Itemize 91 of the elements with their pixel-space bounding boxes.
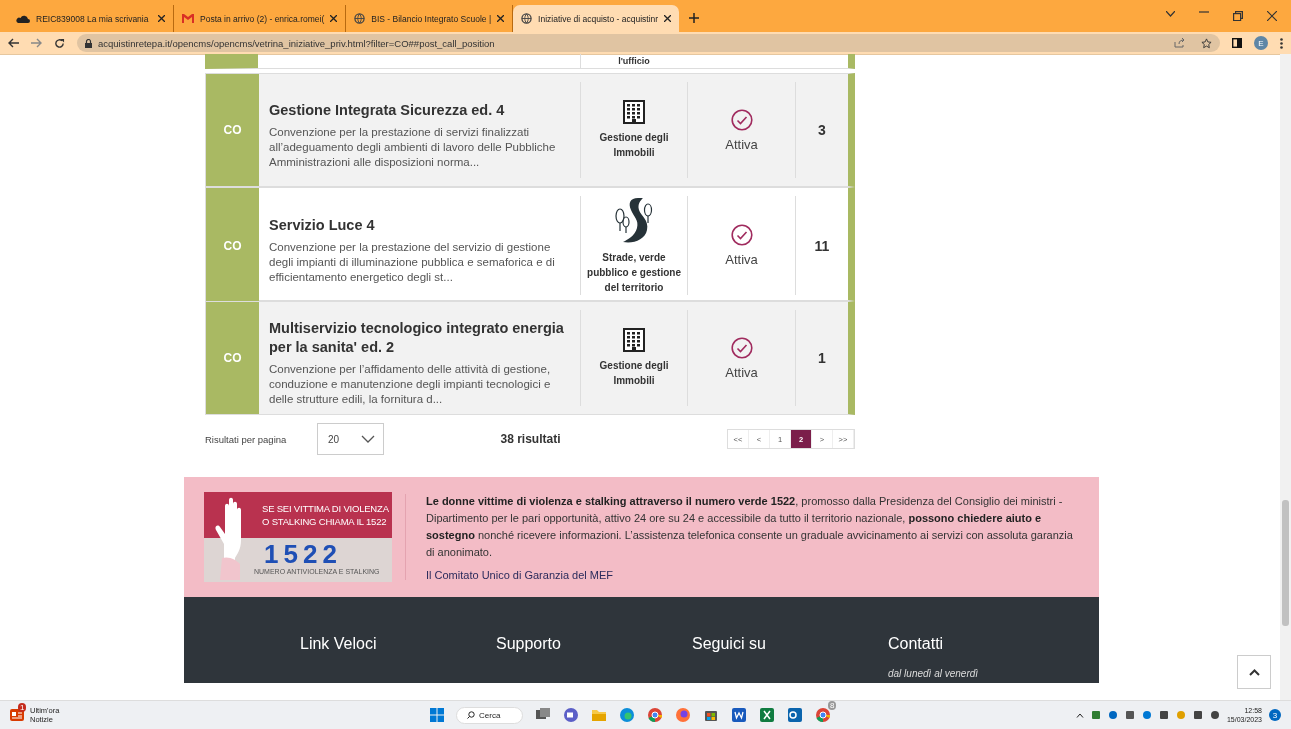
count-value: 1 — [818, 350, 826, 366]
count-value: 11 — [814, 237, 830, 254]
contact-hours: dal lunedì al venerdì — [888, 667, 980, 681]
tray-icon[interactable] — [1107, 710, 1118, 720]
excel-icon[interactable] — [759, 707, 776, 723]
outlook-icon[interactable] — [787, 707, 804, 723]
close-icon[interactable] — [330, 15, 338, 22]
tray-icon[interactable] — [1192, 710, 1203, 720]
notification-badge: 1 — [18, 703, 27, 712]
star-icon[interactable] — [1201, 37, 1212, 49]
side-panel-icon[interactable] — [1232, 38, 1242, 48]
forward-icon[interactable] — [31, 38, 42, 48]
initiative-description: Convenzione per la prestazione del servizio di gestione degli impianti di illuminazione pubblica e semaforica e di efficientamento energetico degli st... — [269, 240, 556, 285]
type-badge: CO — [206, 74, 259, 186]
initiative-card[interactable] — [205, 73, 855, 187]
tray-icon[interactable] — [1158, 710, 1169, 720]
initiative-card[interactable] — [205, 187, 855, 301]
chevron-down-icon — [361, 435, 375, 443]
start-icon[interactable] — [430, 708, 444, 722]
status-label: Attiva — [725, 364, 758, 380]
firefox-icon[interactable] — [675, 707, 692, 723]
tray-icon[interactable] — [1209, 710, 1220, 720]
tab-search-icon[interactable] — [1166, 11, 1175, 17]
category-label: l'ufficio — [580, 54, 687, 68]
tray-icon[interactable] — [1124, 710, 1135, 720]
check-circle-icon — [730, 224, 753, 246]
url-text: acquistinretepa.it/opencms/opencms/vetrina_iniziative_priv.html?filter=CO##post_call_position — [98, 37, 495, 49]
video-call-icon[interactable] — [563, 707, 580, 723]
building-icon — [623, 328, 645, 352]
initiative-card[interactable] — [205, 301, 855, 415]
category-label: Gestione degli Immobili — [598, 131, 670, 160]
category-label: Strade, verde pubblico e gestione del territorio — [586, 251, 682, 295]
tray-icon[interactable] — [1141, 710, 1152, 720]
globe-icon — [354, 13, 366, 24]
check-circle-icon — [730, 336, 753, 359]
menu-icon[interactable] — [1280, 37, 1283, 49]
initiative-title[interactable]: Gestione Integrata Sicurezza ed. 4 — [269, 100, 570, 120]
globe-icon — [521, 13, 533, 24]
initiative-description: Convenzione per l’affidamento delle attività di gestione, conduzione e manutenzione degli impianti tecnologici e delle strutture edili, la fornitura d... — [269, 362, 552, 407]
count-value: 3 — [818, 122, 826, 138]
results-count: 38 risultati — [499, 432, 562, 446]
initiative-title[interactable]: Multiservizio tecnologico integrato energia per la sanita' ed. 2 — [269, 319, 570, 357]
type-badge: CO — [206, 188, 259, 303]
status-label: Attiva — [725, 136, 758, 152]
initiative-title[interactable]: Servizio Luce 4 — [269, 216, 570, 235]
tray-icon[interactable] — [1090, 710, 1101, 720]
word-icon[interactable] — [731, 707, 748, 723]
check-circle-icon — [730, 108, 753, 131]
profile-avatar[interactable]: E — [1254, 36, 1268, 50]
cloud-icon — [16, 14, 30, 23]
committee-link[interactable]: Il Comitato Unico di Garanzia del MEF — [426, 569, 1079, 581]
back-icon[interactable] — [8, 38, 19, 48]
notification-count[interactable]: 3 — [1269, 709, 1281, 721]
building-icon — [623, 100, 645, 124]
status-label: Attiva — [725, 252, 758, 267]
category-label: Gestione degli Immobili — [598, 359, 670, 388]
footer-heading: Link Veloci — [300, 635, 378, 654]
search-icon — [467, 711, 475, 719]
browser-tab[interactable]: Iniziative di acquisto - acquistinr — [513, 5, 680, 32]
chevron-up-icon — [1248, 668, 1260, 676]
banner-paragraph: Le donne vittime di violenza e stalking attraverso il numero verde 1522, promosso dalla Presidenza del Consiglio dei ministri - Dipartimento per le pari opportunità, attivo 24 ore su 24 e accessibile da tutto il territorio nazionale, possono chiedere aiuto e sostegno nonché ricevere informazioni. L’assistenza telefonica consente un graduale avvicinamento ai servizi con assoluta garanzia di anonimato. — [426, 494, 1074, 560]
restore-icon[interactable] — [1233, 11, 1243, 21]
per-page-label: Risultati per pagina — [205, 433, 288, 445]
lock-icon — [85, 38, 92, 48]
chrome-icon[interactable] — [647, 707, 664, 723]
back-to-top-button[interactable] — [1237, 655, 1271, 689]
type-badge: CO — [206, 302, 259, 414]
chrome-icon[interactable] — [815, 707, 832, 723]
campaign-headline: SE SEI VITTIMA DI VIOLENZA — [262, 503, 390, 514]
footer-heading: Supporto — [496, 635, 562, 654]
scrollbar-thumb[interactable] — [1282, 500, 1289, 626]
close-icon[interactable] — [158, 15, 165, 22]
close-window-icon[interactable] — [1267, 11, 1277, 21]
news-icon — [10, 709, 24, 721]
footer-heading: Contatti — [888, 635, 945, 654]
close-icon[interactable] — [664, 15, 672, 22]
new-tab-icon[interactable] — [689, 13, 700, 23]
hotline-number: 1522 — [263, 540, 343, 568]
share-icon[interactable] — [1174, 38, 1185, 48]
mail-icon — [182, 14, 194, 23]
per-page-select[interactable]: 20 — [317, 423, 384, 455]
footer-heading: Seguici su — [692, 635, 767, 654]
search-field[interactable]: Cerca — [456, 706, 524, 724]
chevron-up-icon[interactable] — [1075, 712, 1084, 718]
reload-icon[interactable] — [54, 37, 65, 49]
close-icon[interactable] — [497, 15, 505, 22]
edge-browser-icon[interactable] — [619, 707, 636, 723]
initiative-description: Convenzione per la prestazione di servizi finalizzati all’adeguamento degli ambienti di lavoro delle Pubbliche Amministrazioni alle disposizioni norma... — [269, 124, 557, 170]
address-bar[interactable]: acquistinretepa.it/opencms/opencms/vetrina_iniziative_priv.html?filter=CO##post_call_position — [77, 34, 1220, 52]
count-badge: 8 — [827, 701, 837, 710]
campaign-headline: O STALKING CHIAMA IL 1522 — [262, 516, 388, 527]
